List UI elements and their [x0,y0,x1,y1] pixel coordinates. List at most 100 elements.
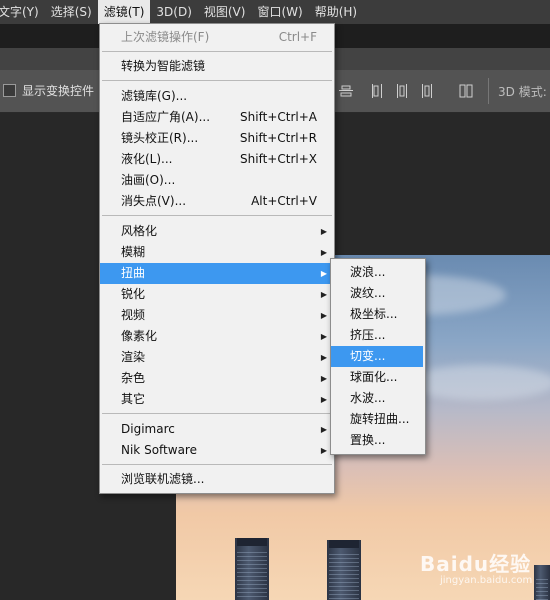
submenu-item-zigzag[interactable]: 水波... [331,388,425,409]
3d-mode-label: 3D 模式: [498,85,547,99]
menu-item-label: 风格化 [121,224,158,238]
menu-item-stylize[interactable]: 风格化 ▶ [100,221,334,242]
menu-item-label: 液化(L)... [121,152,173,166]
menu-filter[interactable]: 滤镜(T) [97,0,151,24]
menu-item-label: 扭曲 [121,266,146,280]
submenu-item-label: 波浪... [350,265,386,279]
watermark-url: jingyan.baidu.com [440,575,533,586]
checkbox-box[interactable] [3,84,16,97]
menu-item-label: 自适应广角(A)... [121,110,211,124]
shortcut-label: Ctrl+F [278,30,317,44]
menu-item-label: 像素化 [121,329,158,343]
menu-item-label: 其它 [121,392,146,406]
submenu-arrow-icon: ▶ [320,395,327,404]
submenu-item-label: 波纹... [350,286,386,300]
skyscraper [235,538,269,600]
submenu-item-twirl[interactable]: 旋转扭曲... [331,409,425,430]
submenu-item-label: 旋转扭曲... [350,412,410,426]
menu-item-label: 视频 [121,308,146,322]
auto-align-icon[interactable] [457,81,475,101]
menu-select[interactable]: 选择(S) [45,0,98,24]
submenu-item-label: 置换... [350,433,386,447]
menu-item-browse-online-filters[interactable]: 浏览联机滤镜... [100,469,334,490]
menu-item-blur[interactable]: 模糊 ▶ [100,242,334,263]
menu-item-vanishing-point[interactable]: 消失点(V)... Alt+Ctrl+V [100,191,334,212]
submenu-arrow-icon: ▶ [320,446,327,455]
menu-item-render[interactable]: 渲染 ▶ [100,347,334,368]
menu-item-label: 消失点(V)... [121,194,187,208]
menu-separator [102,51,332,52]
submenu-item-label: 挤压... [350,328,386,342]
menu-item-lens-correction[interactable]: 镜头校正(R)... Shift+Ctrl+R [100,128,334,149]
submenu-item-label: 球面化... [350,370,398,384]
submenu-item-spherize[interactable]: 球面化... [331,367,425,388]
menu-item-label: Nik Software [121,443,197,457]
submenu-item-wave[interactable]: 波浪... [331,262,425,283]
submenu-arrow-icon: ▶ [320,332,327,341]
submenu-arrow-icon: ▶ [320,227,327,236]
menu-item-liquify[interactable]: 液化(L)... Shift+Ctrl+X [100,149,334,170]
distort-submenu: 波浪... 波纹... 极坐标... 挤压... 切变... 球面化... 水波… [330,258,426,455]
submenu-item-polar-coordinates[interactable]: 极坐标... [331,304,425,325]
menu-item-sharpen[interactable]: 锐化 ▶ [100,284,334,305]
menu-separator [102,80,332,81]
watermark-logo: Baidu经验 [420,552,532,576]
cloud [406,365,550,400]
submenu-item-label: 水波... [350,391,386,405]
menu-item-label: 渲染 [121,350,146,364]
menu-item-label: 滤镜库(G)... [121,89,188,103]
submenu-arrow-icon: ▶ [320,311,327,320]
menu-3d[interactable]: 3D(D) [150,0,197,24]
filter-menu: 上次滤镜操作(F) Ctrl+F 转换为智能滤镜 滤镜库(G)... 自适应广角… [99,23,335,494]
menu-item-filter-gallery[interactable]: 滤镜库(G)... [100,86,334,107]
menu-item-noise[interactable]: 杂色 ▶ [100,368,334,389]
menu-separator [102,464,332,465]
menu-item-distort[interactable]: 扭曲 ▶ [100,263,334,284]
submenu-item-ripple[interactable]: 波纹... [331,283,425,304]
distribute-center-icon[interactable] [393,81,411,101]
submenu-arrow-icon: ▶ [320,290,327,299]
menu-separator [102,413,332,414]
menu-separator [102,215,332,216]
skyscraper [327,540,361,600]
menu-item-oil-paint[interactable]: 油画(O)... [100,170,334,191]
menu-item-label: 模糊 [121,245,146,259]
menu-item-label: 油画(O)... [121,173,176,187]
menu-item-convert-smart-filters[interactable]: 转换为智能滤镜 [100,56,334,77]
menu-item-label: 上次滤镜操作(F) [121,30,210,44]
shortcut-label: Alt+Ctrl+V [251,194,317,208]
align-center-icon[interactable] [337,81,355,101]
options-separator [488,78,489,104]
submenu-item-displace[interactable]: 置换... [331,430,425,451]
submenu-item-shear[interactable]: 切变... [331,346,423,367]
distribute-left-icon[interactable] [369,81,387,101]
menu-item-adaptive-wide-angle[interactable]: 自适应广角(A)... Shift+Ctrl+A [100,107,334,128]
menu-item-nik-software[interactable]: Nik Software ▶ [100,440,334,461]
skyscraper [534,565,550,600]
menu-type[interactable]: 文字(Y) [0,0,45,24]
submenu-item-label: 切变... [350,349,386,363]
shortcut-label: Shift+Ctrl+X [240,152,317,166]
show-transform-label: 显示变换控件 [22,84,95,98]
menu-item-label: Digimarc [121,422,175,436]
menu-item-digimarc[interactable]: Digimarc ▶ [100,419,334,440]
menu-window[interactable]: 窗口(W) [251,0,308,24]
submenu-arrow-icon: ▶ [320,425,327,434]
submenu-arrow-icon: ▶ [320,248,327,257]
shortcut-label: Shift+Ctrl+A [240,110,317,124]
menu-help[interactable]: 帮助(H) [309,0,363,24]
menu-view[interactable]: 视图(V) [198,0,252,24]
menu-item-label: 镜头校正(R)... [121,131,199,145]
distribute-right-icon[interactable] [417,81,435,101]
submenu-arrow-icon: ▶ [320,374,327,383]
submenu-arrow-icon: ▶ [320,353,327,362]
menu-item-label: 杂色 [121,371,146,385]
submenu-item-pinch[interactable]: 挤压... [331,325,425,346]
menu-item-pixelate[interactable]: 像素化 ▶ [100,326,334,347]
menu-item-label: 锐化 [121,287,146,301]
menu-item-other[interactable]: 其它 ▶ [100,389,334,410]
menu-item-video[interactable]: 视频 ▶ [100,305,334,326]
show-transform-controls-checkbox[interactable]: 显示变换控件 [3,82,94,99]
menu-item-last-filter[interactable]: 上次滤镜操作(F) Ctrl+F [100,27,334,48]
submenu-arrow-icon: ▶ [320,269,327,278]
